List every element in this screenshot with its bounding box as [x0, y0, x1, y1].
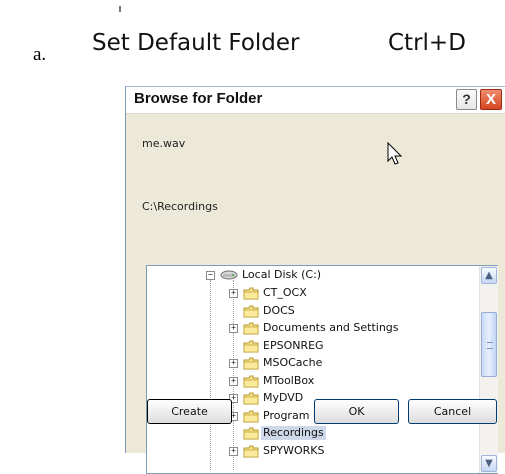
tree-folder-label: Documents and Settings — [263, 321, 399, 334]
scroll-grip-icon — [487, 342, 493, 349]
mouse-cursor-icon — [387, 142, 403, 165]
folder-icon — [243, 410, 259, 422]
tree-folder-label: MSOCache — [263, 356, 323, 369]
menu-item-shortcut: Ctrl+D — [388, 30, 466, 56]
tree-connector-line — [233, 280, 234, 470]
folder-icon — [243, 322, 259, 335]
ok-button[interactable]: OK — [314, 399, 399, 424]
folder-icon — [243, 427, 259, 440]
tree-connector-line — [210, 280, 211, 470]
folder-tree[interactable]: − Local Disk (C:) + CT_OCX DOCS + Documents … — [146, 265, 498, 474]
tree-folder-label: EPSONREG — [263, 338, 324, 352]
collapse-icon[interactable]: − — [206, 271, 215, 280]
folder-icon — [243, 305, 259, 317]
menu-item-label: Set Default Folder — [92, 30, 300, 56]
folder-icon — [243, 392, 259, 405]
expand-icon[interactable]: + — [229, 446, 238, 456]
tree-folder-label: Recordings — [261, 426, 326, 440]
close-button[interactable]: X — [480, 89, 502, 110]
folder-icon — [243, 375, 259, 387]
tree-root-label: Local Disk (C:) — [242, 268, 322, 281]
expand-icon[interactable]: + — [229, 324, 238, 333]
help-button[interactable]: ? — [456, 89, 477, 110]
folder-tree-list: − Local Disk (C:) + CT_OCX DOCS + Documents … — [147, 266, 479, 473]
tree-folder-label: CT_OCX — [263, 286, 307, 299]
expand-icon[interactable]: + — [229, 376, 238, 386]
set-default-folder-menu-item[interactable]: Set Default Folder Ctrl+D — [92, 28, 502, 62]
tree-folder-label: SPYWORKS — [263, 443, 325, 457]
create-button[interactable]: Create — [147, 399, 232, 424]
browse-for-folder-dialog: Browse for Folder ? X me.wav C:\Recordin… — [125, 86, 505, 474]
folder-icon — [243, 357, 259, 370]
vertical-scrollbar[interactable]: ▲ ▼ — [479, 266, 498, 473]
tree-folder-label: MToolBox — [263, 373, 315, 387]
folder-icon — [243, 445, 259, 457]
menu-top-mark — [119, 6, 121, 12]
dialog-titlebar: Browse for Folder ? X — [126, 87, 505, 114]
cancel-button[interactable]: Cancel — [408, 399, 497, 424]
selected-folder-path: C:\Recordings — [142, 200, 218, 213]
scroll-down-icon[interactable]: ▼ — [481, 455, 497, 472]
expand-icon[interactable]: + — [229, 359, 238, 368]
scroll-thumb[interactable] — [481, 312, 497, 377]
folder-icon — [243, 340, 259, 352]
drive-icon — [220, 270, 238, 280]
dialog-title: Browse for Folder — [134, 90, 263, 107]
tree-folder-label: DOCS — [263, 303, 295, 317]
list-letter: a. — [33, 44, 47, 65]
expand-icon[interactable]: + — [229, 289, 238, 298]
scroll-up-icon[interactable]: ▲ — [481, 267, 497, 284]
selected-file-name: me.wav — [142, 137, 186, 150]
tree-folder-label: MyDVD — [263, 391, 304, 404]
folder-icon — [243, 287, 259, 300]
